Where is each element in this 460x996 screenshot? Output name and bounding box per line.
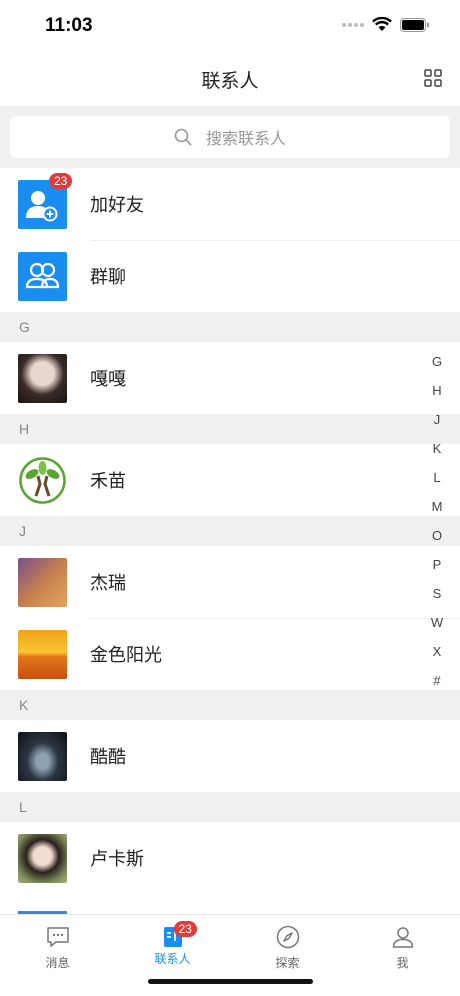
contact-avatar (18, 629, 67, 679)
battery-icon (400, 17, 429, 32)
index-letter[interactable]: X (426, 637, 448, 666)
contact-row[interactable]: 嘎嘎 (0, 342, 460, 414)
contact-name: 嘎嘎 (90, 369, 126, 390)
contact-row[interactable]: 杰瑞 (0, 546, 460, 618)
index-letter[interactable]: G (426, 347, 448, 376)
index-letter[interactable]: O (426, 521, 448, 550)
status-time: 11:03 (45, 15, 93, 36)
index-letter[interactable]: K (426, 434, 448, 463)
sprout-logo-icon (19, 456, 66, 504)
section-header-k: K (0, 690, 460, 720)
status-indicators (342, 17, 430, 32)
signal-icon (342, 22, 364, 27)
contact-list: 23 加好友 群聊 G 嘎嘎 H 禾苗 J 杰瑞 金色阳光 K 酷酷 L 卢卡斯 (0, 168, 460, 894)
index-letter[interactable]: # (426, 666, 448, 695)
tab-label: 我 (396, 956, 409, 970)
index-letter[interactable]: S (426, 579, 448, 608)
contact-row[interactable]: 酷酷 (0, 720, 460, 792)
index-letter[interactable]: P (426, 550, 448, 579)
section-header-g: G (0, 312, 460, 342)
search-input[interactable]: 搜索联系人 (10, 116, 450, 158)
group-chat-avatar (18, 251, 67, 301)
contact-row[interactable]: 卢卡斯 (0, 822, 460, 894)
contacts-tab-badge: 23 (173, 921, 197, 937)
tab-label: 消息 (45, 956, 70, 970)
profile-icon (392, 927, 413, 948)
home-indicator (148, 979, 313, 984)
compass-icon (276, 925, 299, 949)
contact-name: 金色阳光 (90, 645, 162, 666)
index-letter[interactable]: W (426, 608, 448, 637)
group-icon (25, 262, 60, 288)
contacts-icon-wrap: 23 (161, 921, 197, 949)
section-header-h: H (0, 414, 460, 444)
contact-avatar (18, 833, 67, 883)
section-header-l: L (0, 792, 460, 822)
tab-label: 探索 (275, 956, 300, 970)
contact-avatar (18, 353, 67, 403)
contact-name: 酷酷 (90, 747, 126, 768)
contact-name: 杰瑞 (90, 573, 126, 594)
contact-avatar (18, 455, 67, 505)
add-friend-item[interactable]: 23 加好友 (0, 168, 460, 240)
tab-contacts[interactable]: 23 联系人 (115, 921, 230, 967)
add-friend-avatar: 23 (18, 172, 73, 229)
contact-avatar (18, 557, 67, 607)
nav-bar: 联系人 (0, 52, 460, 106)
section-header-j: J (0, 516, 460, 546)
tab-me[interactable]: 我 (345, 925, 460, 971)
status-bar: 11:03 (0, 0, 460, 52)
index-letter[interactable]: M (426, 492, 448, 521)
contact-row[interactable]: 金色阳光 (0, 618, 460, 690)
contact-avatar (18, 731, 67, 781)
wifi-icon (372, 17, 392, 31)
item-name: 群聊 (90, 267, 126, 288)
add-friend-badge: 23 (49, 172, 73, 189)
search-icon (174, 128, 192, 146)
index-letter[interactable]: H (426, 376, 448, 405)
contact-name: 卢卡斯 (90, 849, 144, 870)
index-letter[interactable]: J (426, 405, 448, 434)
search-area: 搜索联系人 (0, 106, 460, 168)
message-icon (46, 927, 69, 947)
tab-explore[interactable]: 探索 (230, 925, 345, 971)
contact-row[interactable]: 禾苗 (0, 444, 460, 516)
tab-messages[interactable]: 消息 (0, 925, 115, 971)
index-letter[interactable]: L (426, 463, 448, 492)
alphabet-index[interactable]: G H J K L M O P S W X # (426, 347, 448, 695)
grid-icon[interactable] (424, 69, 442, 87)
item-name: 加好友 (90, 195, 144, 216)
contact-name: 禾苗 (90, 471, 126, 492)
group-chat-item[interactable]: 群聊 (0, 240, 460, 312)
search-placeholder: 搜索联系人 (205, 129, 286, 148)
page-title: 联系人 (201, 70, 259, 92)
tab-label: 联系人 (154, 952, 191, 966)
